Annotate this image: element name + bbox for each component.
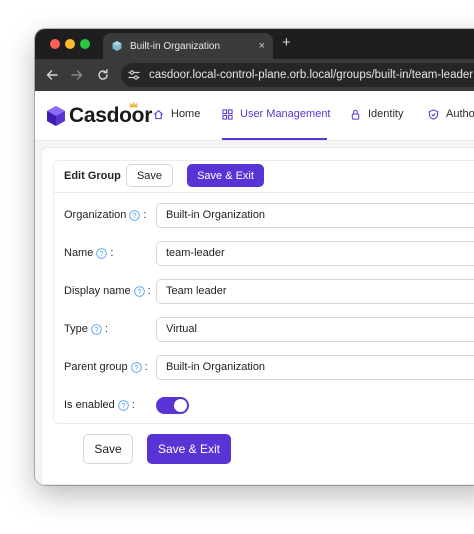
form-row-name: Name ? : team-leader bbox=[54, 241, 474, 267]
form-header: Edit Group Save Save & Exit bbox=[54, 161, 474, 193]
form-row-type: Type ? : Virtual bbox=[54, 317, 474, 343]
display-name-input[interactable]: Team leader bbox=[156, 279, 474, 304]
tab-close-icon[interactable]: × bbox=[259, 39, 265, 53]
field-label-suffix: : bbox=[147, 285, 151, 297]
grid-icon bbox=[222, 108, 233, 120]
menu-item-label: Home bbox=[171, 108, 201, 120]
crown-icon bbox=[129, 101, 138, 108]
organization-select[interactable]: Built-in Organization bbox=[156, 203, 474, 228]
form-row-display-name: Display name ? : Team leader bbox=[54, 279, 474, 305]
svg-text:?: ? bbox=[121, 401, 125, 410]
name-input[interactable]: team-leader bbox=[156, 241, 474, 266]
home-icon bbox=[153, 109, 164, 119]
edit-group-card: Edit Group Save Save & Exit Organization… bbox=[41, 147, 474, 485]
help-icon[interactable]: ? bbox=[129, 209, 141, 221]
field-label: Type bbox=[64, 323, 88, 335]
forward-arrow-icon[interactable] bbox=[69, 67, 85, 83]
tab-title: Built-in Organization bbox=[130, 40, 221, 52]
is-enabled-label: Is enabled ? : bbox=[64, 399, 135, 411]
toggle-knob bbox=[174, 399, 187, 412]
save-exit-button[interactable]: Save & Exit bbox=[187, 164, 264, 187]
field-label: Organization bbox=[64, 209, 127, 221]
organization-label: Organization ? : bbox=[64, 209, 146, 221]
display-name-label: Display name ? : bbox=[64, 285, 151, 297]
bottom-save-exit-button[interactable]: Save & Exit bbox=[147, 434, 231, 464]
svg-text:?: ? bbox=[133, 211, 137, 220]
reload-icon[interactable] bbox=[95, 67, 111, 83]
casdoor-favicon-icon bbox=[111, 40, 123, 52]
new-tab-button[interactable]: + bbox=[282, 35, 291, 51]
browser-titlebar: Built-in Organization × + bbox=[35, 29, 474, 59]
svg-text:?: ? bbox=[94, 325, 98, 334]
browser-tab[interactable]: Built-in Organization × bbox=[103, 33, 273, 59]
menu-item-label: Identity bbox=[368, 108, 404, 120]
logo-text: Casdoor bbox=[69, 104, 153, 127]
page-content: Edit Group Save Save & Exit Organization… bbox=[35, 141, 474, 485]
help-icon[interactable]: ? bbox=[96, 247, 108, 259]
field-label: Parent group bbox=[64, 361, 128, 373]
page-title: Edit Group bbox=[64, 170, 121, 182]
parent-group-label: Parent group ? : bbox=[64, 361, 148, 373]
close-window-button[interactable] bbox=[50, 39, 60, 49]
menu-item-label: User Management bbox=[240, 108, 331, 120]
back-arrow-icon[interactable] bbox=[44, 67, 60, 83]
shield-icon bbox=[428, 108, 439, 120]
svg-text:?: ? bbox=[137, 287, 141, 296]
casdoor-logo[interactable]: Casdoor bbox=[46, 101, 153, 128]
field-label: Display name bbox=[64, 285, 131, 297]
menu-item-authorization[interactable]: Autho bbox=[428, 108, 474, 120]
field-label-suffix: : bbox=[131, 399, 135, 411]
address-bar[interactable]: casdoor.local-control-plane.orb.local/gr… bbox=[121, 63, 474, 87]
menu-item-identity[interactable]: Identity bbox=[350, 108, 403, 120]
type-label: Type ? : bbox=[64, 323, 108, 335]
browser-toolbar: casdoor.local-control-plane.orb.local/gr… bbox=[35, 59, 474, 91]
field-label-suffix: : bbox=[110, 247, 114, 259]
help-icon[interactable]: ? bbox=[91, 323, 102, 335]
lock-icon bbox=[351, 109, 360, 120]
help-icon[interactable]: ? bbox=[130, 361, 142, 373]
field-label-suffix: : bbox=[104, 323, 108, 335]
parent-group-select[interactable]: Built-in Organization bbox=[156, 355, 474, 380]
app-header: Casdoor Home User Management Identity Au… bbox=[35, 91, 474, 141]
maximize-window-button[interactable] bbox=[80, 39, 90, 49]
field-label: Name bbox=[64, 247, 94, 259]
menu-item-label: Autho bbox=[446, 108, 474, 120]
minimize-window-button[interactable] bbox=[65, 39, 75, 49]
form-row-parent-group: Parent group ? : Built-in Organization bbox=[54, 355, 474, 381]
edit-group-form: Edit Group Save Save & Exit Organization… bbox=[53, 160, 474, 424]
menu-item-home[interactable]: Home bbox=[153, 108, 200, 120]
active-menu-indicator bbox=[222, 138, 327, 140]
field-label: Is enabled bbox=[64, 399, 115, 411]
field-label-suffix: : bbox=[143, 209, 147, 221]
field-label-suffix: : bbox=[144, 361, 148, 373]
browser-window: Built-in Organization × + casdoor.local-… bbox=[35, 29, 474, 485]
svg-text:?: ? bbox=[100, 249, 104, 258]
help-icon[interactable]: ? bbox=[118, 399, 129, 411]
url-text: casdoor.local-control-plane.orb.local/gr… bbox=[149, 69, 474, 81]
bottom-save-button[interactable]: Save bbox=[83, 434, 133, 464]
site-settings-icon[interactable] bbox=[127, 68, 141, 82]
is-enabled-toggle[interactable] bbox=[156, 397, 189, 414]
name-label: Name ? : bbox=[64, 247, 113, 259]
svg-text:?: ? bbox=[134, 363, 138, 372]
casdoor-logo-icon bbox=[47, 106, 65, 126]
menu-item-user-management[interactable]: User Management bbox=[222, 108, 331, 120]
form-row-is-enabled: Is enabled ? : bbox=[54, 393, 474, 419]
type-select[interactable]: Virtual bbox=[156, 317, 474, 342]
help-icon[interactable]: ? bbox=[133, 285, 145, 297]
form-row-organization: Organization ? : Built-in Organization bbox=[54, 203, 474, 229]
save-button[interactable]: Save bbox=[126, 164, 173, 187]
